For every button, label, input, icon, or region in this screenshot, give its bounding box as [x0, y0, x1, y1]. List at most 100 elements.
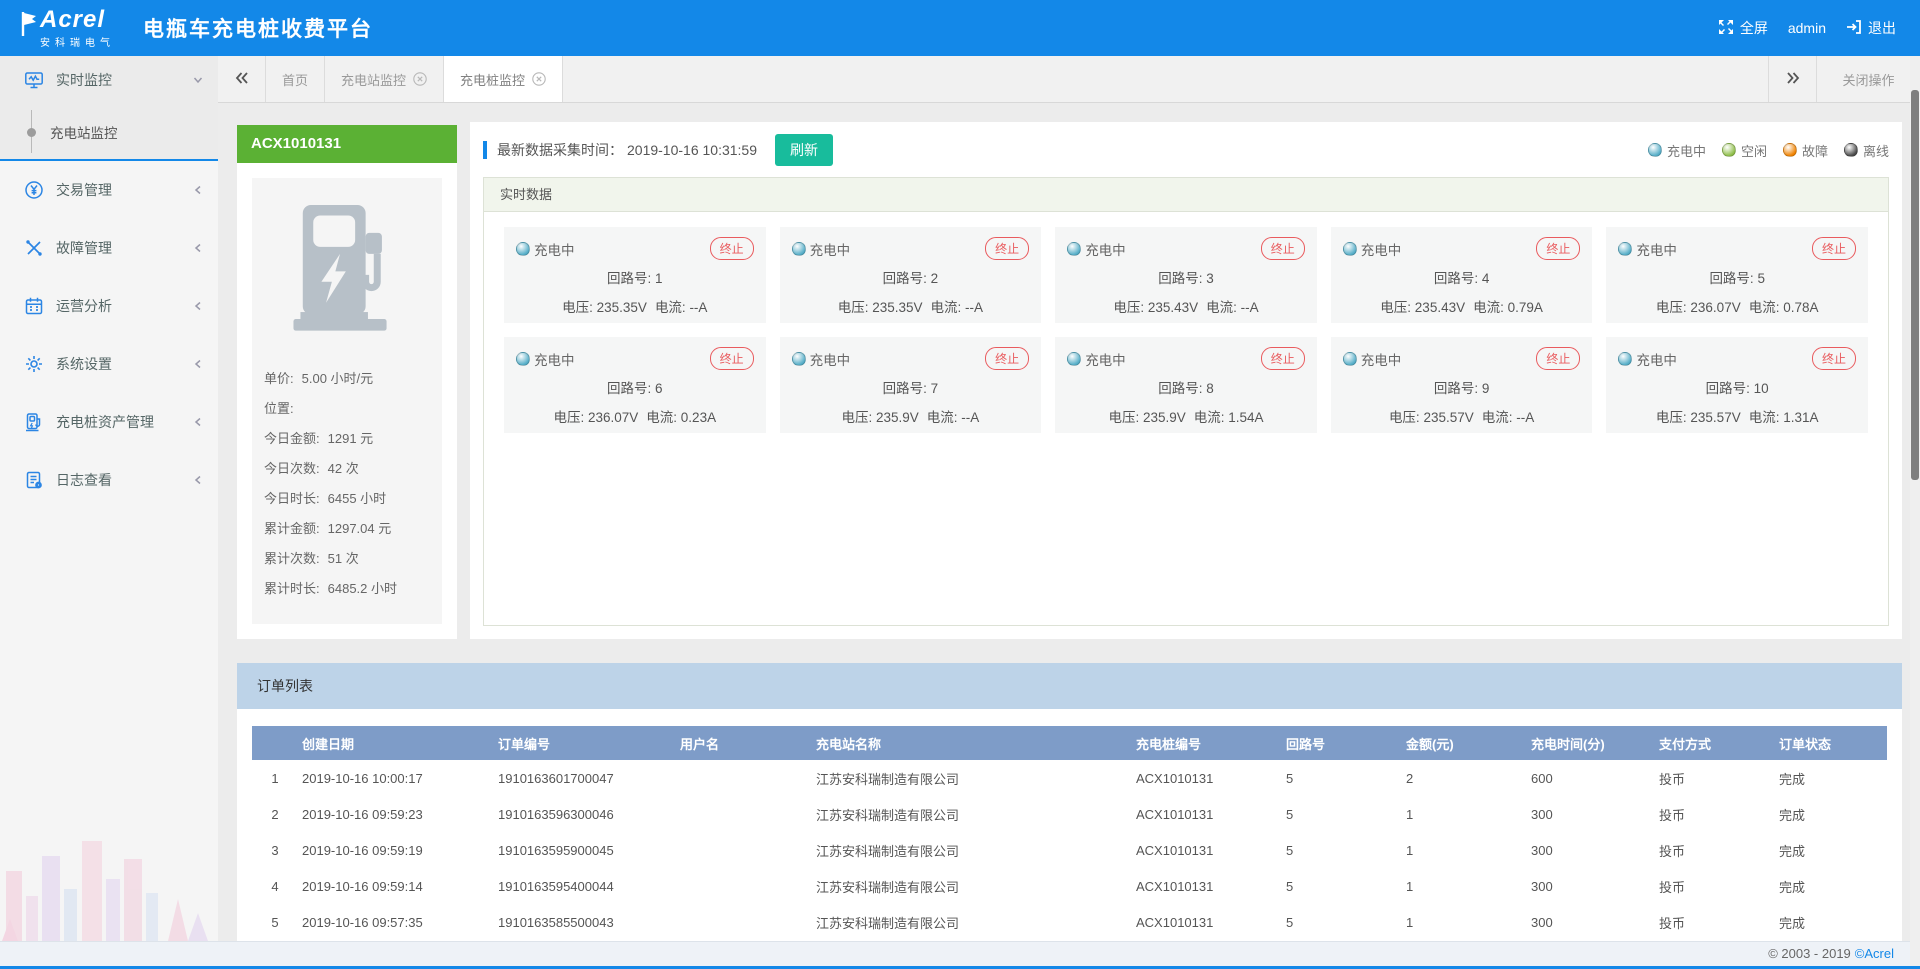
main-content: ACX1010131: [218, 103, 1920, 941]
stat-label: 位置:: [264, 394, 294, 424]
column-header-充电时间(分): 充电时间(分): [1527, 726, 1655, 760]
circuit-measurements: 电压: 235.35V电流: --A: [792, 296, 1030, 316]
sidebar-item-充电桩资产管理[interactable]: 充电桩资产管理: [0, 393, 218, 451]
circuit-status-label: 充电中: [1636, 239, 1677, 259]
circuit-card-7: 充电中终止回路号: 7电压: 235.9V电流: --A: [780, 337, 1042, 433]
sidebar-item-日志查看[interactable]: 日志查看: [0, 451, 218, 509]
order-cell: 1: [1402, 868, 1527, 904]
status-dot-icon: [1618, 242, 1632, 256]
terminate-button[interactable]: 终止: [985, 237, 1029, 260]
circuit-number: 回路号: 5: [1618, 267, 1856, 287]
order-cell: 投币: [1655, 832, 1775, 868]
logout-button[interactable]: 退出: [1846, 18, 1896, 38]
station-stat-line: 单价:5.00 小时/元: [264, 364, 430, 394]
circuit-status-label: 充电中: [810, 349, 851, 369]
circuit-number: 回路号: 8: [1067, 377, 1305, 397]
sidebar: 实时监控充电站监控交易管理故障管理运营分析系统设置充电桩资产管理日志查看: [0, 56, 218, 941]
order-cell: ACX1010131: [1132, 760, 1282, 796]
stat-value: 1291 元: [328, 424, 374, 454]
tab-充电站监控[interactable]: 充电站监控: [325, 56, 444, 102]
logout-icon: [1846, 19, 1862, 38]
terminate-button[interactable]: 终止: [1812, 237, 1856, 260]
order-cell: ACX1010131: [1132, 868, 1282, 904]
transaction-icon: [24, 180, 44, 200]
circuit-card-4: 充电中终止回路号: 4电压: 235.43V电流: 0.79A: [1331, 227, 1593, 323]
fullscreen-button[interactable]: 全屏: [1718, 18, 1768, 38]
circuit-status-label: 充电中: [534, 349, 575, 369]
circuit-measurements: 电压: 235.35V电流: --A: [516, 296, 754, 316]
acrel-flag-icon: [20, 11, 38, 42]
scroll-tabs-right-button[interactable]: [1768, 56, 1816, 102]
voltage-value: 电压: 236.07V: [1656, 300, 1741, 315]
sidebar-item-label: 系统设置: [56, 354, 112, 374]
column-header-用户名: 用户名: [676, 726, 812, 760]
terminate-button[interactable]: 终止: [710, 347, 754, 370]
current-value: 电流: --A: [927, 410, 980, 425]
status-dot-icon: [516, 242, 530, 256]
circuit-status: 充电中: [792, 349, 851, 369]
order-cell: 5: [1282, 904, 1402, 940]
order-row: 42019-10-16 09:59:141910163595400044江苏安科…: [252, 868, 1887, 904]
scrollbar-thumb[interactable]: [1911, 90, 1919, 480]
current-value: 电流: --A: [655, 300, 708, 315]
brand-logo: Acrel 安科瑞电气: [20, 8, 115, 49]
terminate-button[interactable]: 终止: [1812, 347, 1856, 370]
user-menu[interactable]: admin: [1788, 20, 1826, 36]
circuit-measurements: 电压: 235.9V电流: --A: [792, 406, 1030, 426]
double-chevron-right-icon: [1785, 70, 1801, 89]
fullscreen-icon: [1718, 19, 1734, 38]
order-cell: 5: [1282, 868, 1402, 904]
orders-table-header: 创建日期订单编号用户名充电站名称充电桩编号回路号金额(元)充电时间(分)支付方式…: [252, 726, 1887, 760]
tab-首页[interactable]: 首页: [266, 56, 325, 102]
gear-icon: [24, 354, 44, 374]
sidebar-item-故障管理[interactable]: 故障管理: [0, 219, 218, 277]
terminate-button[interactable]: 终止: [1261, 347, 1305, 370]
stat-value: 42 次: [328, 454, 359, 484]
row-index: 5: [252, 904, 298, 940]
city-skyline-decoration: [0, 801, 218, 941]
status-legend: 充电中空闲故障离线: [1648, 141, 1889, 160]
order-cell: 投币: [1655, 796, 1775, 832]
terminate-button[interactable]: 终止: [710, 237, 754, 260]
order-cell: 300: [1527, 868, 1655, 904]
order-cell: 5: [1282, 832, 1402, 868]
order-cell: [676, 796, 812, 832]
order-cell: 1910163595400044: [494, 868, 676, 904]
close-operations-menu[interactable]: 关闭操作: [1816, 56, 1920, 102]
terminate-button[interactable]: 终止: [985, 347, 1029, 370]
current-value: 电流: --A: [1206, 300, 1259, 315]
sidebar-subitem-充电站监控[interactable]: 充电站监控: [0, 104, 218, 159]
circuit-status: 充电中: [1067, 239, 1126, 259]
order-row: 22019-10-16 09:59:231910163596300046江苏安科…: [252, 796, 1887, 832]
tab-close-icon[interactable]: [413, 72, 427, 86]
tab-充电桩监控[interactable]: 充电桩监控: [444, 56, 563, 102]
station-stat-line: 累计金额:1297.04 元: [264, 514, 430, 544]
row-index: 1: [252, 760, 298, 796]
status-dot-icon: [1722, 143, 1736, 157]
order-cell: 完成: [1775, 796, 1887, 832]
copyright-text: © 2003 - 2019: [1768, 946, 1851, 961]
scroll-tabs-left-button[interactable]: [218, 56, 266, 102]
current-value: 电流: 0.79A: [1473, 300, 1543, 315]
terminate-button[interactable]: 终止: [1536, 347, 1580, 370]
footer-brand-link[interactable]: ©Acrel: [1855, 946, 1894, 961]
circuit-status-label: 充电中: [534, 239, 575, 259]
sidebar-menu: 实时监控充电站监控交易管理故障管理运营分析系统设置充电桩资产管理日志查看: [0, 56, 218, 509]
terminate-button[interactable]: 终止: [1261, 237, 1305, 260]
sidebar-item-运营分析[interactable]: 运营分析: [0, 277, 218, 335]
sidebar-item-实时监控[interactable]: 实时监控: [0, 56, 218, 104]
order-row: 52019-10-16 09:57:351910163585500043江苏安科…: [252, 904, 1887, 940]
status-dot-icon: [792, 352, 806, 366]
tab-close-icon[interactable]: [532, 72, 546, 86]
voltage-value: 电压: 235.9V: [1108, 410, 1185, 425]
column-header-订单状态: 订单状态: [1775, 726, 1887, 760]
calendar-icon: [24, 296, 44, 316]
sidebar-item-label: 运营分析: [56, 296, 112, 316]
tab-label: 首页: [282, 70, 308, 89]
terminate-button[interactable]: 终止: [1536, 237, 1580, 260]
order-cell: 5: [1282, 760, 1402, 796]
refresh-button[interactable]: 刷新: [775, 134, 833, 166]
sidebar-item-交易管理[interactable]: 交易管理: [0, 161, 218, 219]
voltage-value: 电压: 236.07V: [554, 410, 639, 425]
sidebar-item-系统设置[interactable]: 系统设置: [0, 335, 218, 393]
